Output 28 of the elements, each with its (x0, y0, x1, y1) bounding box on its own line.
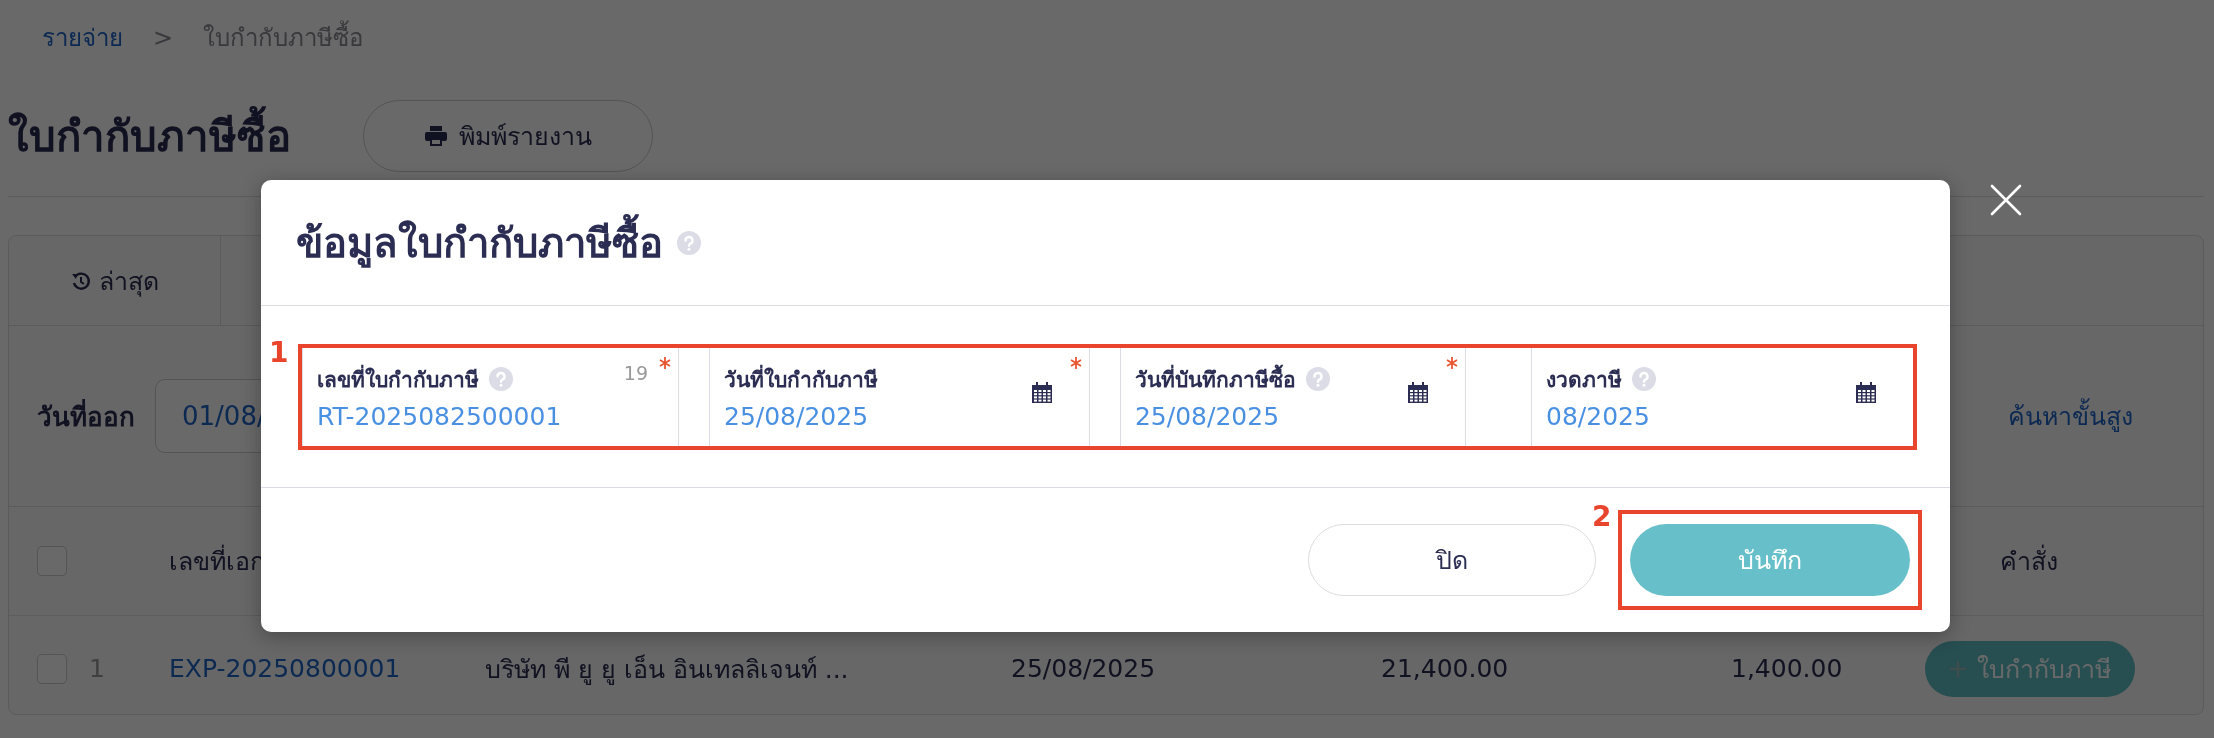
input-field[interactable]: งวดภาษี 08/2025 (1531, 347, 1913, 446)
table-cell-text: 1,400.00 (1731, 654, 1844, 683)
filter-label: วันที่ออก (37, 398, 136, 434)
document-link[interactable]: EXP-20250800001 (169, 654, 485, 683)
breadcrumb-link[interactable]: รายจ่าย (42, 18, 123, 57)
modal-title: ข้อมูลใบกำกับภาษีซื้อ (296, 210, 663, 275)
column-header: เลขที่เอก (169, 541, 265, 581)
plus-icon (1949, 659, 1967, 678)
annotation-number: 1 (269, 335, 289, 369)
breadcrumb-separator: > (153, 23, 174, 52)
character-counter: 19 (623, 361, 648, 384)
page-title: ใบกำกับภาษีซื้อ (8, 102, 291, 169)
table-cell-text: บริษัท พี ยู ยู เอ็น อินเทลลิเจนท์ ... (485, 653, 850, 687)
calendar-icon (1030, 381, 1053, 404)
history-icon (70, 270, 91, 291)
table-cell-text: 25/08/2025 (1011, 654, 1157, 683)
close-icon[interactable] (1990, 184, 2022, 216)
column-header: คำสั่ง (2000, 541, 2058, 581)
calendar-icon (1407, 381, 1430, 404)
save-button[interactable]: บันทึก (1630, 524, 1910, 596)
table-cell-text: 21,400.00 (1381, 654, 1510, 683)
input-field[interactable]: วันที่ใบกำกับภาษี 25/08/2025 (709, 347, 1090, 446)
printer-icon (424, 125, 447, 146)
input-field[interactable]: เลขที่ใบกำกับภาษี RT-2025082500001 19 (302, 347, 679, 446)
input-field[interactable]: วันที่บันทึกภาษีซื้อ 25/08/2025 (1119, 347, 1467, 446)
calendar-icon (1855, 381, 1877, 404)
advanced-search-link[interactable]: ค้นหาขั้นสูง (2008, 396, 2133, 436)
print-button[interactable]: พิมพ์รายงาน (363, 99, 653, 172)
